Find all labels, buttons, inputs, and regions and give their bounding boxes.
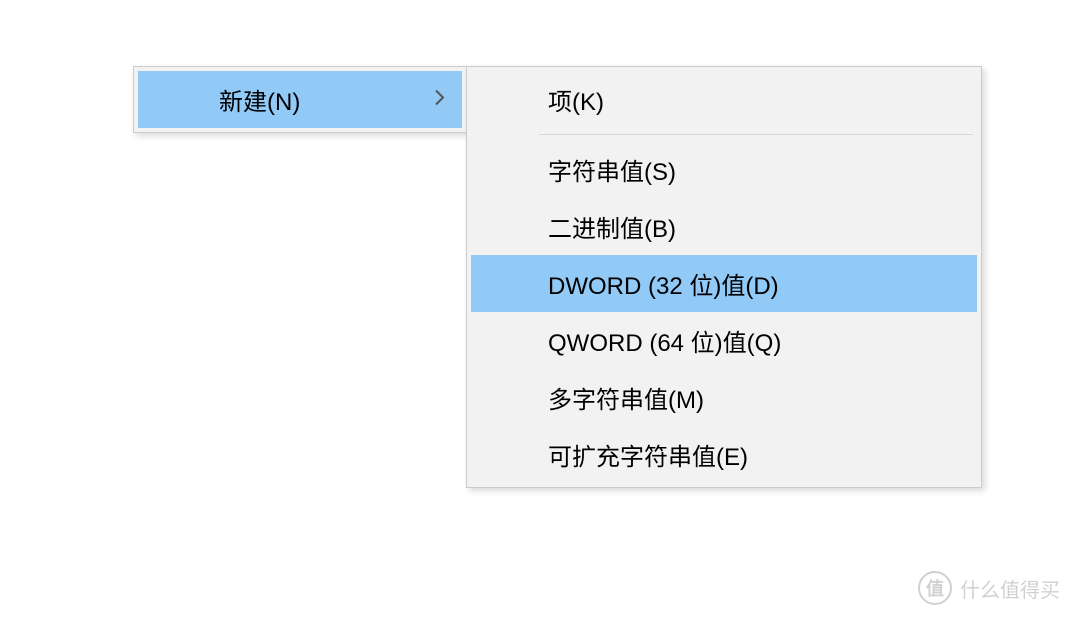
watermark-icon: 值 <box>918 571 952 605</box>
menu-item-new[interactable]: 新建(N) <box>138 71 462 128</box>
context-menu-main: 新建(N) <box>133 66 467 133</box>
watermark: 值 什么值得买 <box>918 571 1060 605</box>
submenu-item-string-value[interactable]: 字符串值(S) <box>471 141 977 198</box>
submenu-item-expandable-string-value-label: 可扩充字符串值(E) <box>548 437 748 472</box>
submenu-item-binary-value-label: 二进制值(B) <box>548 209 676 244</box>
submenu-item-string-value-label: 字符串值(S) <box>548 152 676 187</box>
submenu-item-binary-value[interactable]: 二进制值(B) <box>471 198 977 255</box>
submenu-item-expandable-string-value[interactable]: 可扩充字符串值(E) <box>471 426 977 483</box>
submenu-item-key-label: 项(K) <box>548 82 604 117</box>
submenu-item-dword-value-label: DWORD (32 位)值(D) <box>548 266 779 301</box>
watermark-icon-label: 值 <box>926 575 944 601</box>
submenu-item-qword-value[interactable]: QWORD (64 位)值(Q) <box>471 312 977 369</box>
submenu-item-multi-string-value[interactable]: 多字符串值(M) <box>471 369 977 426</box>
submenu-item-multi-string-value-label: 多字符串值(M) <box>548 380 704 415</box>
menu-item-new-label: 新建(N) <box>219 82 300 117</box>
submenu-item-key[interactable]: 项(K) <box>471 71 977 128</box>
menu-separator <box>539 134 973 135</box>
submenu-item-dword-value[interactable]: DWORD (32 位)值(D) <box>471 255 977 312</box>
context-menu-submenu: 项(K) 字符串值(S) 二进制值(B) DWORD (32 位)值(D) QW… <box>466 66 982 488</box>
submenu-item-qword-value-label: QWORD (64 位)值(Q) <box>548 323 781 358</box>
chevron-right-icon <box>435 89 445 110</box>
watermark-text: 什么值得买 <box>960 574 1060 603</box>
